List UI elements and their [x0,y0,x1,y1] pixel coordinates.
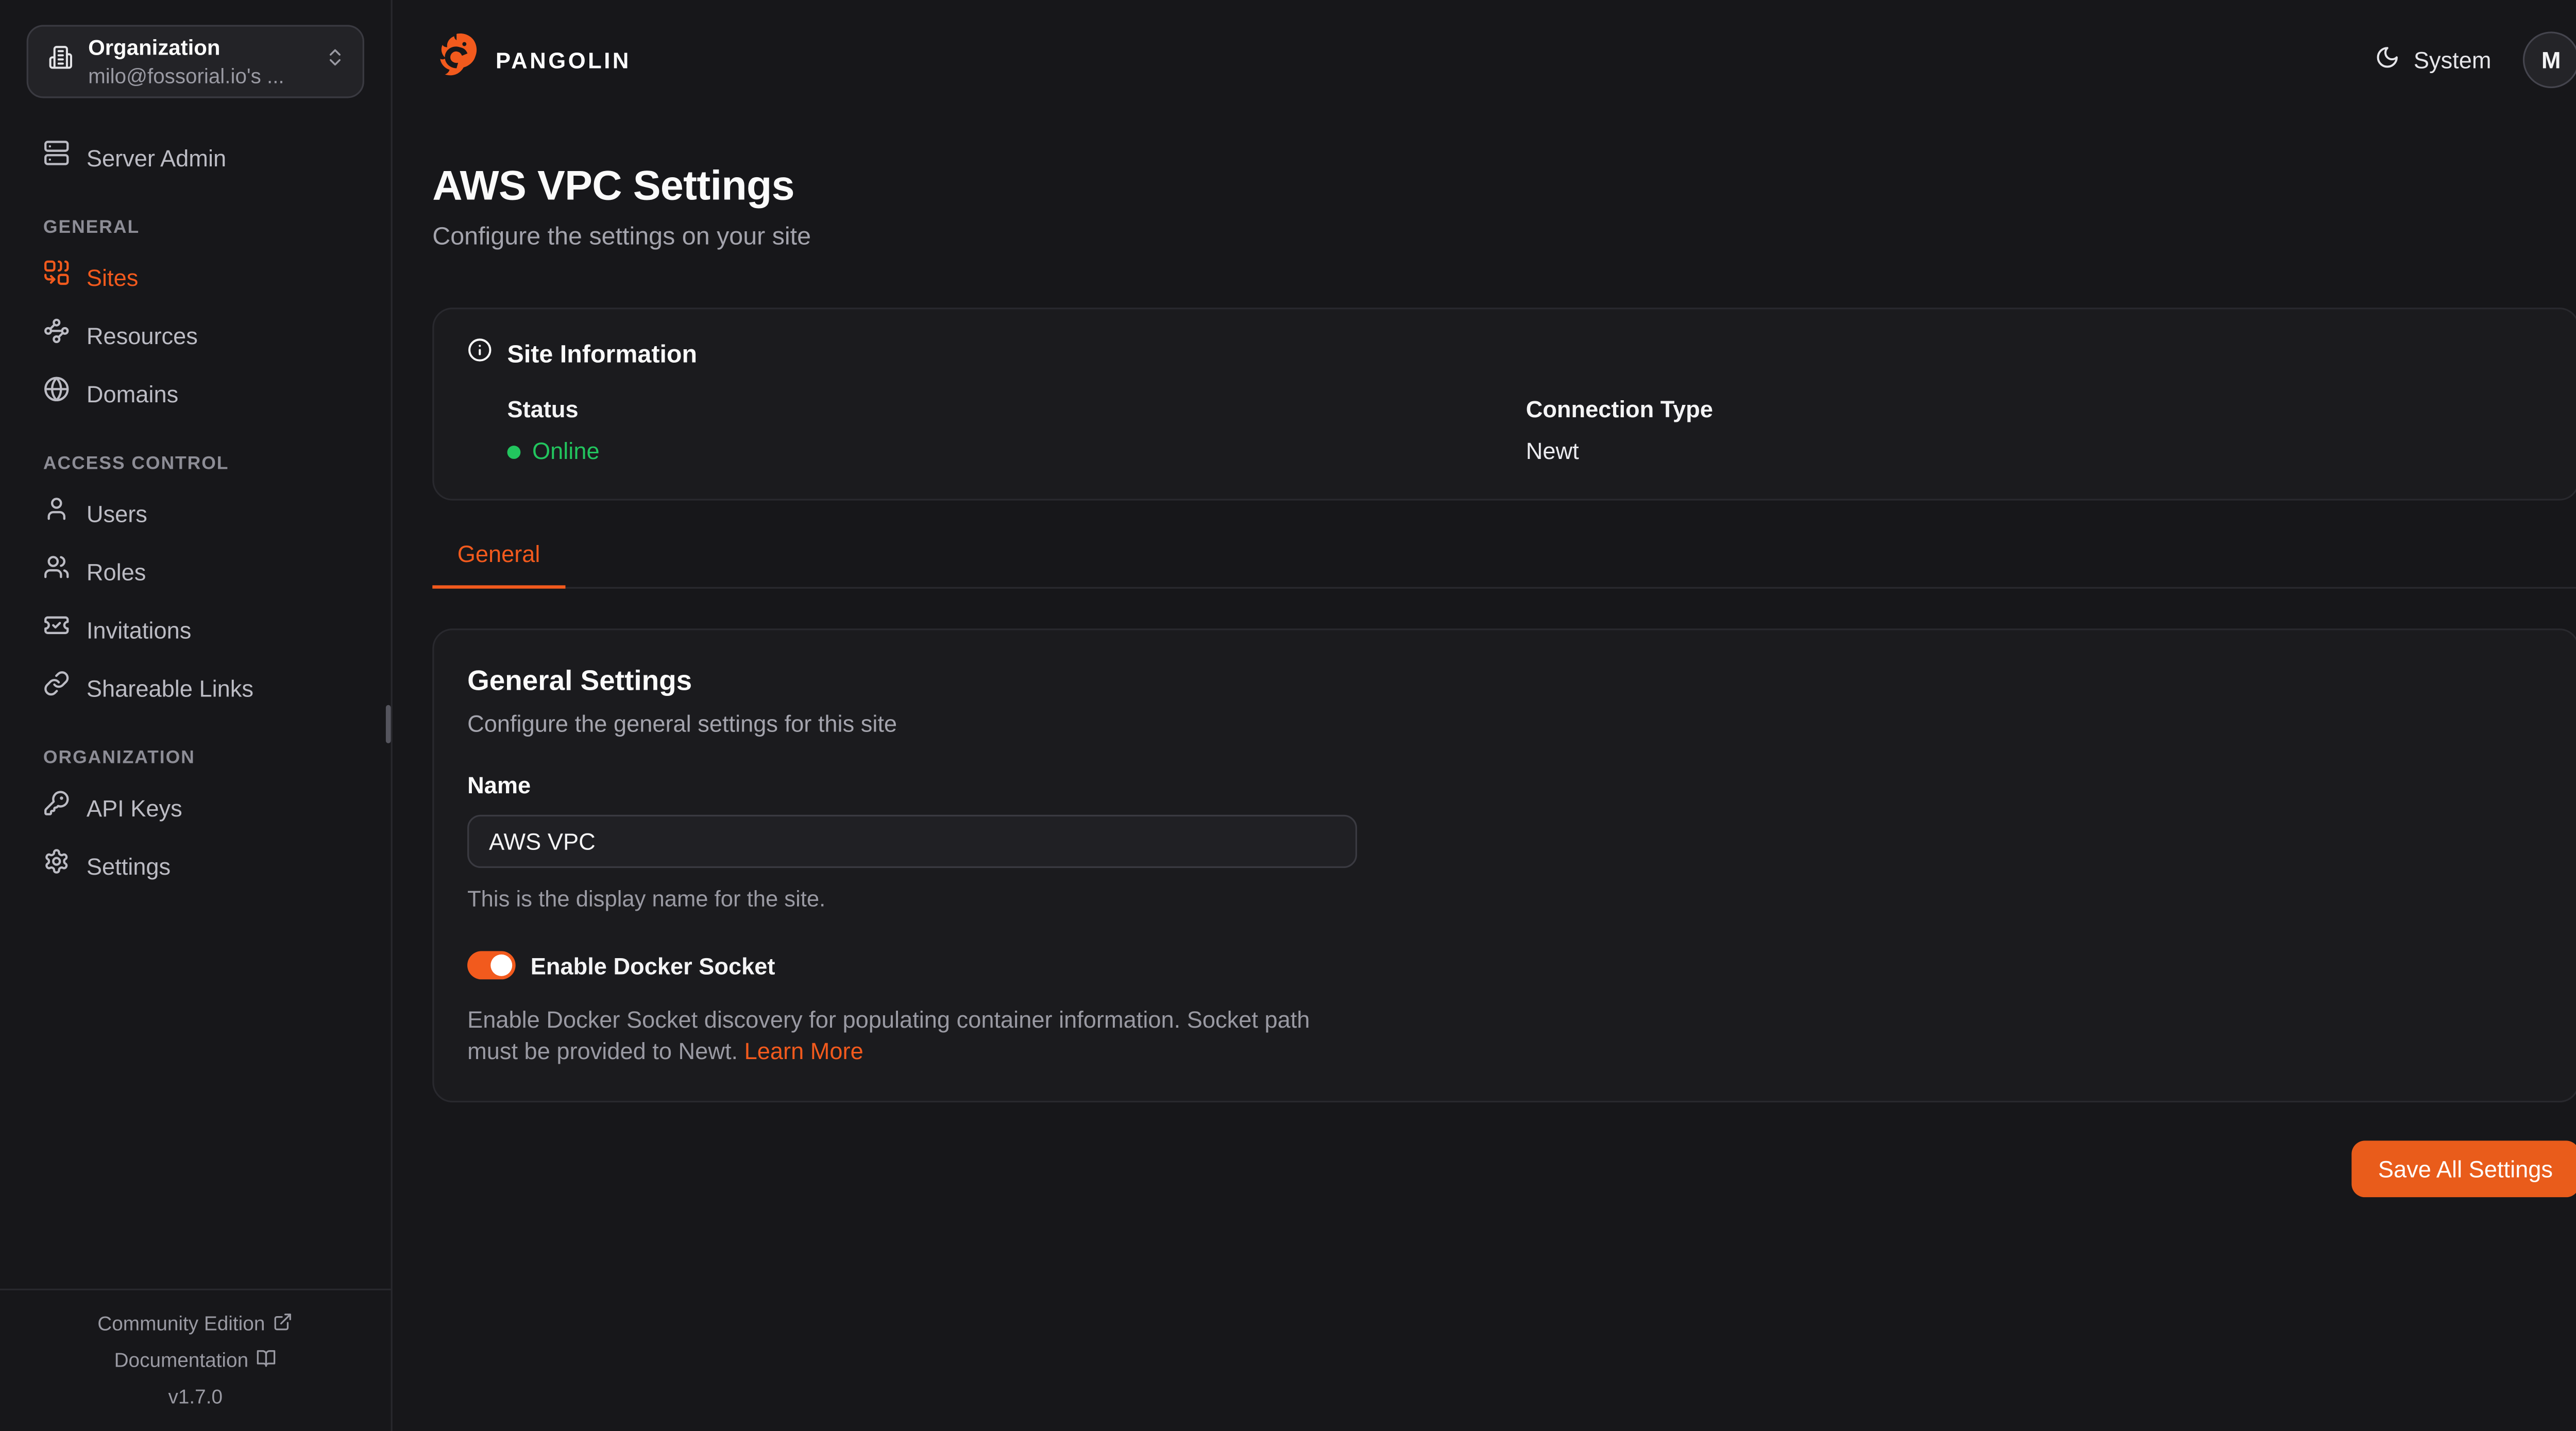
status-value: Online [507,436,1526,467]
ticket-check-icon [43,612,70,647]
sidebar-item-label: Settings [87,849,171,882]
pangolin-logo-icon [432,31,482,89]
save-all-settings-button[interactable]: Save All Settings [2351,1140,2576,1197]
sidebar-section-organization: ORGANIZATION [27,748,364,769]
sidebar-item-api-keys[interactable]: API Keys [27,778,364,837]
site-info-grid: Status Online Connection Type Newt [507,396,2545,467]
sidebar-item-resources[interactable]: Resources [27,306,364,364]
sidebar-item-users[interactable]: Users [27,484,364,542]
sidebar-item-label: Shareable Links [87,671,253,704]
sidebar-item-roles[interactable]: Roles [27,542,364,600]
app-root: Organization milo@fossorial.io's ... Ser… [0,0,2576,1431]
brand-name: PANGOLIN [496,47,631,72]
online-status-dot [507,445,521,458]
docker-socket-row: Enable Docker Socket [467,951,2545,979]
org-value: milo@fossorial.io's ... [88,66,284,87]
name-help-text: This is the display name for the site. [467,887,2545,913]
sidebar-item-label: API Keys [87,791,182,824]
theme-label: System [2414,46,2492,73]
org-selector[interactable]: Organization milo@fossorial.io's ... [27,25,364,98]
docker-socket-label: Enable Docker Socket [531,952,775,979]
name-label: Name [467,772,2545,800]
status-label: Status [507,396,1526,424]
status-field: Status Online [507,396,1526,467]
site-info-card: Site Information Status Online Connectio… [432,308,2576,500]
sidebar-scrollbar-thumb[interactable] [386,705,391,743]
connection-type-label: Connection Type [1526,396,2545,424]
combine-icon [43,260,70,295]
sidebar-item-server-admin[interactable]: Server Admin [27,128,364,186]
documentation-label: Documentation [114,1349,249,1372]
version-label: v1.7.0 [0,1378,391,1415]
globe-icon [43,376,70,411]
toggle-knob [490,955,512,976]
sidebar-item-label: Invitations [87,613,192,646]
sidebar-footer: Community Edition Documentation v1.7.0 [0,1289,391,1431]
docker-socket-toggle[interactable] [467,951,516,979]
sidebar-item-domains[interactable]: Domains [27,364,364,422]
key-icon [43,790,70,825]
avatar[interactable]: M [2523,31,2576,88]
sidebar-item-label: Users [87,497,147,530]
sidebar-item-label: Domains [87,377,178,410]
brand[interactable]: PANGOLIN [432,31,631,89]
site-name-input[interactable] [467,815,1357,868]
general-settings-heading: General Settings [467,663,2545,699]
sidebar-item-label: Sites [87,260,138,294]
connection-type-field: Connection Type Newt [1526,396,2545,467]
tab-bar: General [432,537,2576,589]
user-icon [43,496,70,531]
org-label: Organization [88,36,284,58]
save-row: Save All Settings [432,1140,2576,1197]
community-edition-label: Community Edition [97,1312,265,1335]
book-open-icon [257,1348,277,1372]
org-text: Organization milo@fossorial.io's ... [88,36,284,87]
server-icon [43,140,70,175]
link-icon [43,670,70,705]
learn-more-link[interactable]: Learn More [744,1037,863,1064]
building-icon [48,45,73,78]
sidebar-item-label: Roles [87,555,146,588]
page-title: AWS VPC Settings [432,161,2576,211]
gear-icon [43,848,70,883]
sidebar: Organization milo@fossorial.io's ... Ser… [0,0,393,1431]
site-info-header: Site Information [467,337,2545,371]
moon-icon [2376,45,2400,75]
sidebar-nav: Server Admin GENERAL Sites Resources Dom… [0,128,391,895]
documentation-link[interactable]: Documentation [0,1342,391,1378]
general-settings-card: General Settings Configure the general s… [432,628,2576,1102]
sidebar-section-general: GENERAL [27,218,364,238]
sidebar-section-access-control: ACCESS CONTROL [27,454,364,474]
docker-socket-description-text: Enable Docker Socket discovery for popul… [467,1006,1310,1064]
waypoints-icon [43,318,70,353]
external-link-icon [274,1311,294,1336]
sidebar-item-shareable-links[interactable]: Shareable Links [27,658,364,717]
community-edition-link[interactable]: Community Edition [0,1305,391,1342]
sidebar-item-invitations[interactable]: Invitations [27,600,364,658]
sidebar-item-settings[interactable]: Settings [27,837,364,895]
page-subtitle: Configure the settings on your site [432,223,2576,253]
tab-general[interactable]: General [432,537,565,589]
topbar-right: System M [2376,31,2576,88]
theme-toggle[interactable]: System [2376,45,2492,75]
chevrons-up-down-icon [324,46,346,76]
users-icon [43,554,70,589]
docker-socket-description: Enable Docker Socket discovery for popul… [467,1004,1345,1068]
topbar: PANGOLIN System M [432,0,2576,120]
connection-type-value: Newt [1526,436,2545,467]
online-status-text: Online [532,436,600,467]
sidebar-item-label: Resources [87,318,198,352]
info-icon [467,337,492,371]
site-info-heading: Site Information [507,340,698,368]
general-settings-subtitle: Configure the general settings for this … [467,708,2545,738]
sidebar-item-label: Server Admin [87,141,226,174]
main-area: PANGOLIN System M AWS VPC Settings Confi… [393,0,2576,1431]
sidebar-item-sites[interactable]: Sites [27,248,364,306]
